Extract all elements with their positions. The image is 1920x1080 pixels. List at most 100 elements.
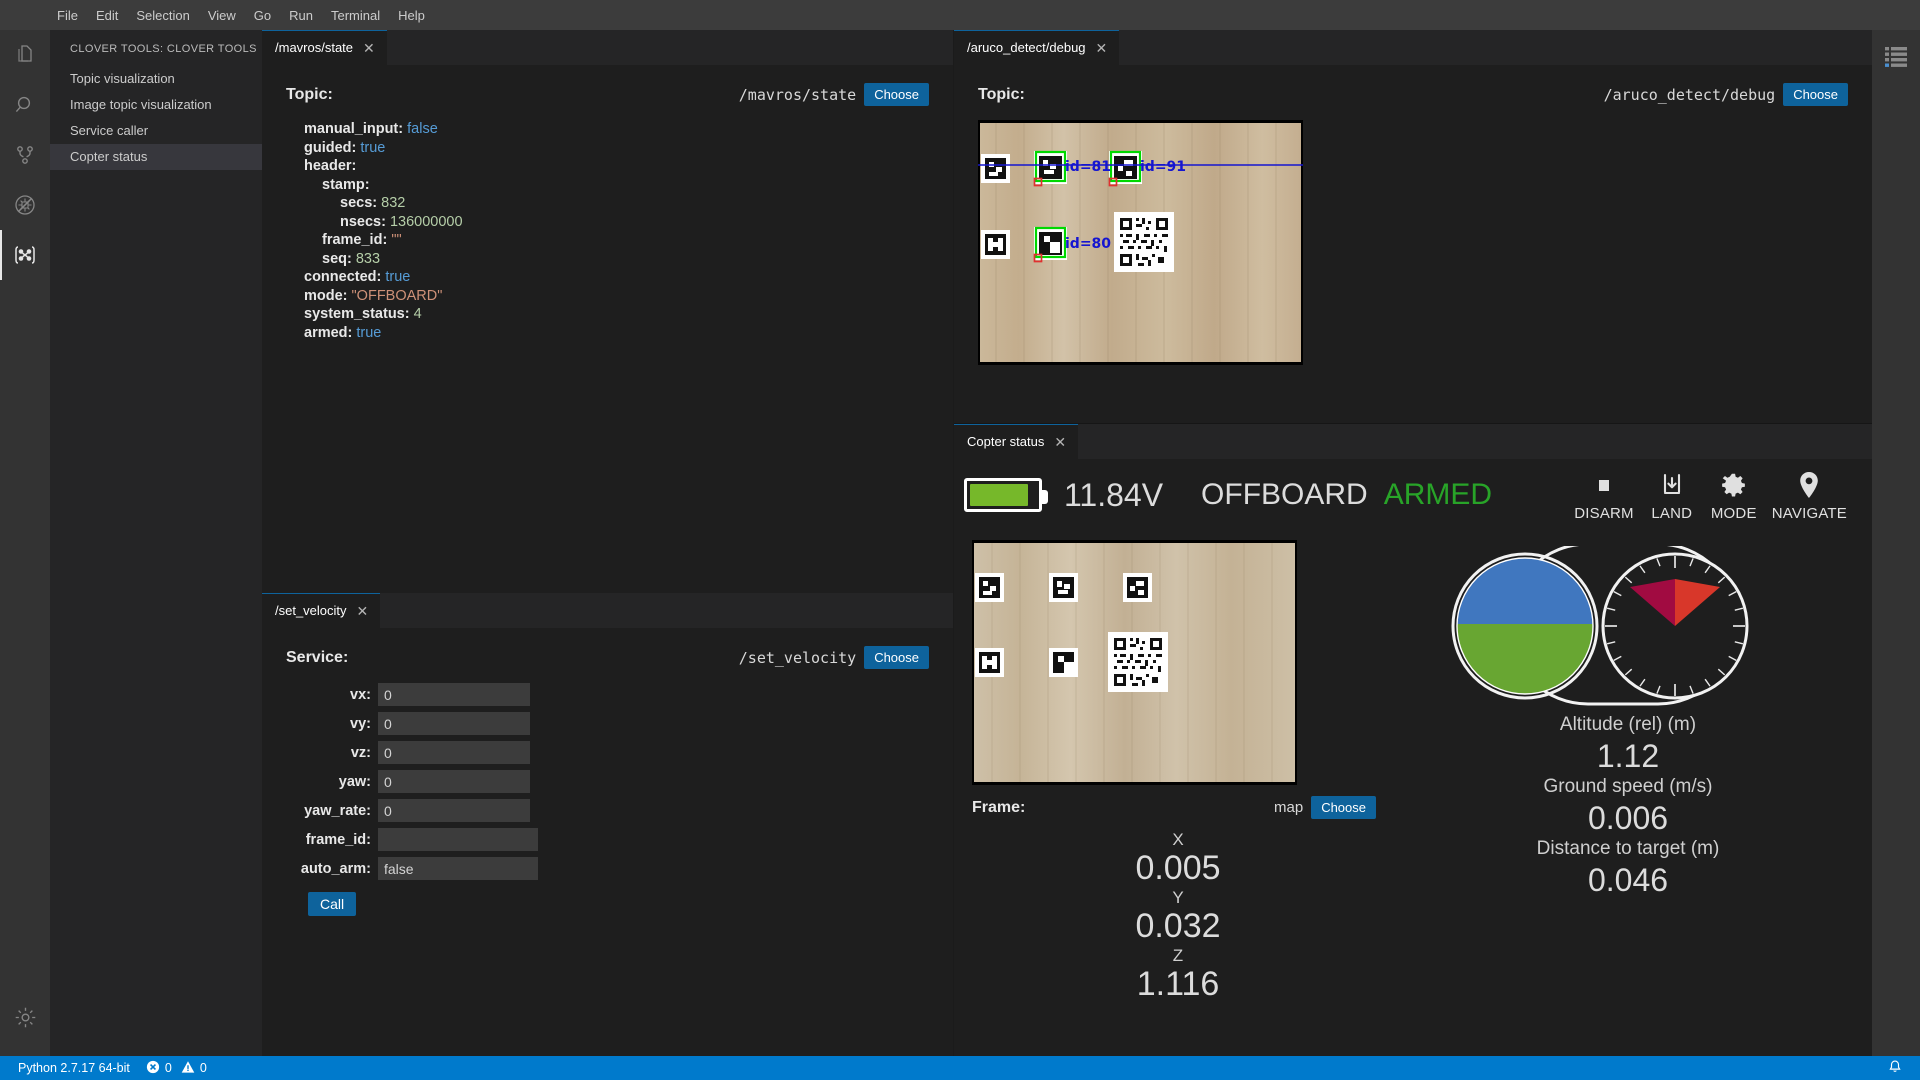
aruco-body: Topic: /aruco_detect/debug Choose xyxy=(954,65,1872,423)
topic-label: Topic: xyxy=(286,86,333,104)
editor-area: /mavros/state ✕ Topic: /mavros/state Cho… xyxy=(262,30,1920,1056)
tab-set-velocity[interactable]: /set_velocity ✕ xyxy=(262,593,381,628)
aruco-marker xyxy=(981,230,1010,259)
debug-alt-icon[interactable] xyxy=(0,180,50,230)
field-label: auto_arm: xyxy=(286,861,378,877)
menu-item-edit[interactable]: Edit xyxy=(87,5,127,26)
mavros-state-pane: /mavros/state ✕ Topic: /mavros/state Cho… xyxy=(262,30,953,593)
close-icon[interactable]: ✕ xyxy=(357,604,369,618)
tab-mavros-state[interactable]: /mavros/state ✕ xyxy=(262,30,388,65)
frame-label: Frame: xyxy=(972,799,1025,817)
menu-item-file[interactable]: File xyxy=(48,5,87,26)
settings-gear-icon[interactable] xyxy=(0,992,50,1042)
disarm-button[interactable]: DISARM xyxy=(1567,468,1641,522)
close-icon[interactable]: ✕ xyxy=(1096,41,1108,55)
field-key: header: xyxy=(304,158,356,174)
sidebar-item-service-caller[interactable]: Service caller xyxy=(50,118,262,144)
telemetry-value-altitude: 1.12 xyxy=(1537,738,1720,774)
qr-code-marker xyxy=(1114,212,1174,272)
vz-input[interactable] xyxy=(378,741,530,764)
copter-status-header: 11.84V OFFBOARD ARMED DISARM xyxy=(954,459,1872,534)
menu-item-selection[interactable]: Selection xyxy=(127,5,198,26)
field-value: 833 xyxy=(356,251,380,267)
gear-icon xyxy=(1720,468,1747,502)
close-icon[interactable]: ✕ xyxy=(363,41,375,55)
choose-topic-button[interactable]: Choose xyxy=(864,83,929,106)
sidebar-item-copter-status[interactable]: Copter status xyxy=(50,144,262,170)
notifications-bell-button[interactable] xyxy=(1880,1056,1910,1080)
copter-right-column: Altitude (rel) (m) 1.12 Ground speed (m/… xyxy=(1384,540,1872,1003)
compass-indicator xyxy=(1603,554,1747,698)
menu-item-help[interactable]: Help xyxy=(389,5,434,26)
aruco-camera-frame: id=81 id=91 id=80 xyxy=(978,120,1303,365)
activity-bar xyxy=(0,30,50,1056)
field-value: false xyxy=(407,121,438,137)
problems-status[interactable]: 0 0 xyxy=(138,1056,215,1080)
battery-voltage: 11.84V xyxy=(1064,477,1163,514)
position-readout: X 0.005 Y 0.032 Z 1.116 xyxy=(972,829,1384,1003)
yaw-rate-input[interactable] xyxy=(378,799,530,822)
clover-tools-icon[interactable] xyxy=(0,230,50,280)
python-interpreter-status[interactable]: Python 2.7.17 64-bit xyxy=(10,1056,138,1080)
menu-item-run[interactable]: Run xyxy=(280,5,322,26)
tab-label: /mavros/state xyxy=(275,40,353,55)
auto-arm-input[interactable] xyxy=(378,857,538,880)
field-label: frame_id: xyxy=(286,832,378,848)
form-row-yaw-rate: yaw_rate: xyxy=(286,799,929,822)
mavros-state-body: Topic: /mavros/state Choose manual_input… xyxy=(262,65,953,593)
marker-id-label-0: id=81 xyxy=(1065,159,1111,175)
map-pin-icon xyxy=(1798,468,1820,502)
choose-service-button[interactable]: Choose xyxy=(864,646,929,669)
set-velocity-pane: /set_velocity ✕ Service: /set_velocity C… xyxy=(262,593,953,1056)
frame-selector-row: Frame: map Choose xyxy=(972,796,1384,819)
field-value: 832 xyxy=(381,195,405,211)
land-button[interactable]: LAND xyxy=(1641,468,1703,522)
attitude-ground xyxy=(1453,624,1597,698)
warning-count: 0 xyxy=(200,1061,207,1075)
navigate-button[interactable]: NAVIGATE xyxy=(1765,468,1854,522)
frame-id-input[interactable] xyxy=(378,828,538,851)
field-label: vy: xyxy=(286,716,378,732)
error-icon xyxy=(146,1060,160,1077)
yaw-input[interactable] xyxy=(378,770,530,793)
field-key: secs: xyxy=(340,195,377,211)
service-label: Service: xyxy=(286,649,348,667)
menu-item-view[interactable]: View xyxy=(199,5,245,26)
vx-input[interactable] xyxy=(378,683,530,706)
vy-input[interactable] xyxy=(378,712,530,735)
copter-left-column: Frame: map Choose X 0.005 Y 0.032 xyxy=(954,540,1384,1003)
field-key: seq: xyxy=(322,251,352,267)
field-value: true xyxy=(356,325,381,341)
search-icon[interactable] xyxy=(0,80,50,130)
set-velocity-tabbar: /set_velocity ✕ xyxy=(262,593,953,628)
close-icon[interactable]: ✕ xyxy=(1054,435,1066,449)
field-label: yaw: xyxy=(286,774,378,790)
field-value: "" xyxy=(391,232,401,248)
tab-aruco-detect-debug[interactable]: /aruco_detect/debug ✕ xyxy=(954,30,1120,65)
topic-name: /aruco_detect/debug xyxy=(1604,86,1776,104)
choose-topic-button[interactable]: Choose xyxy=(1783,83,1848,106)
mavros-state-tabbar: /mavros/state ✕ xyxy=(262,30,953,65)
sidebar-item-image-topic-visualization[interactable]: Image topic visualization xyxy=(50,92,262,118)
attitude-indicator xyxy=(1453,554,1597,698)
source-control-icon[interactable] xyxy=(0,130,50,180)
tab-copter-status[interactable]: Copter status ✕ xyxy=(954,424,1079,459)
field-frame-id: frame_id: "" xyxy=(286,231,929,250)
axis-label-x: X xyxy=(972,829,1384,850)
mode-button[interactable]: MODE xyxy=(1703,468,1765,522)
files-icon[interactable] xyxy=(0,30,50,80)
open-editors-list-icon[interactable] xyxy=(1875,36,1917,76)
field-key: guided: xyxy=(304,140,356,156)
menu-bar: File Edit Selection View Go Run Terminal… xyxy=(0,0,1920,30)
sidebar-item-topic-visualization[interactable]: Topic visualization xyxy=(50,66,262,92)
aruco-topic-row: Topic: /aruco_detect/debug Choose xyxy=(978,83,1848,106)
call-service-button[interactable]: Call xyxy=(308,892,356,916)
menu-item-go[interactable]: Go xyxy=(245,5,280,26)
choose-frame-button[interactable]: Choose xyxy=(1311,796,1376,819)
field-stamp: stamp: xyxy=(286,176,929,195)
axis-label-y: Y xyxy=(972,887,1384,908)
menu-item-terminal[interactable]: Terminal xyxy=(322,5,389,26)
field-value: 136000000 xyxy=(390,214,463,230)
field-key: nsecs: xyxy=(340,214,386,230)
form-row-frame-id: frame_id: xyxy=(286,828,929,851)
